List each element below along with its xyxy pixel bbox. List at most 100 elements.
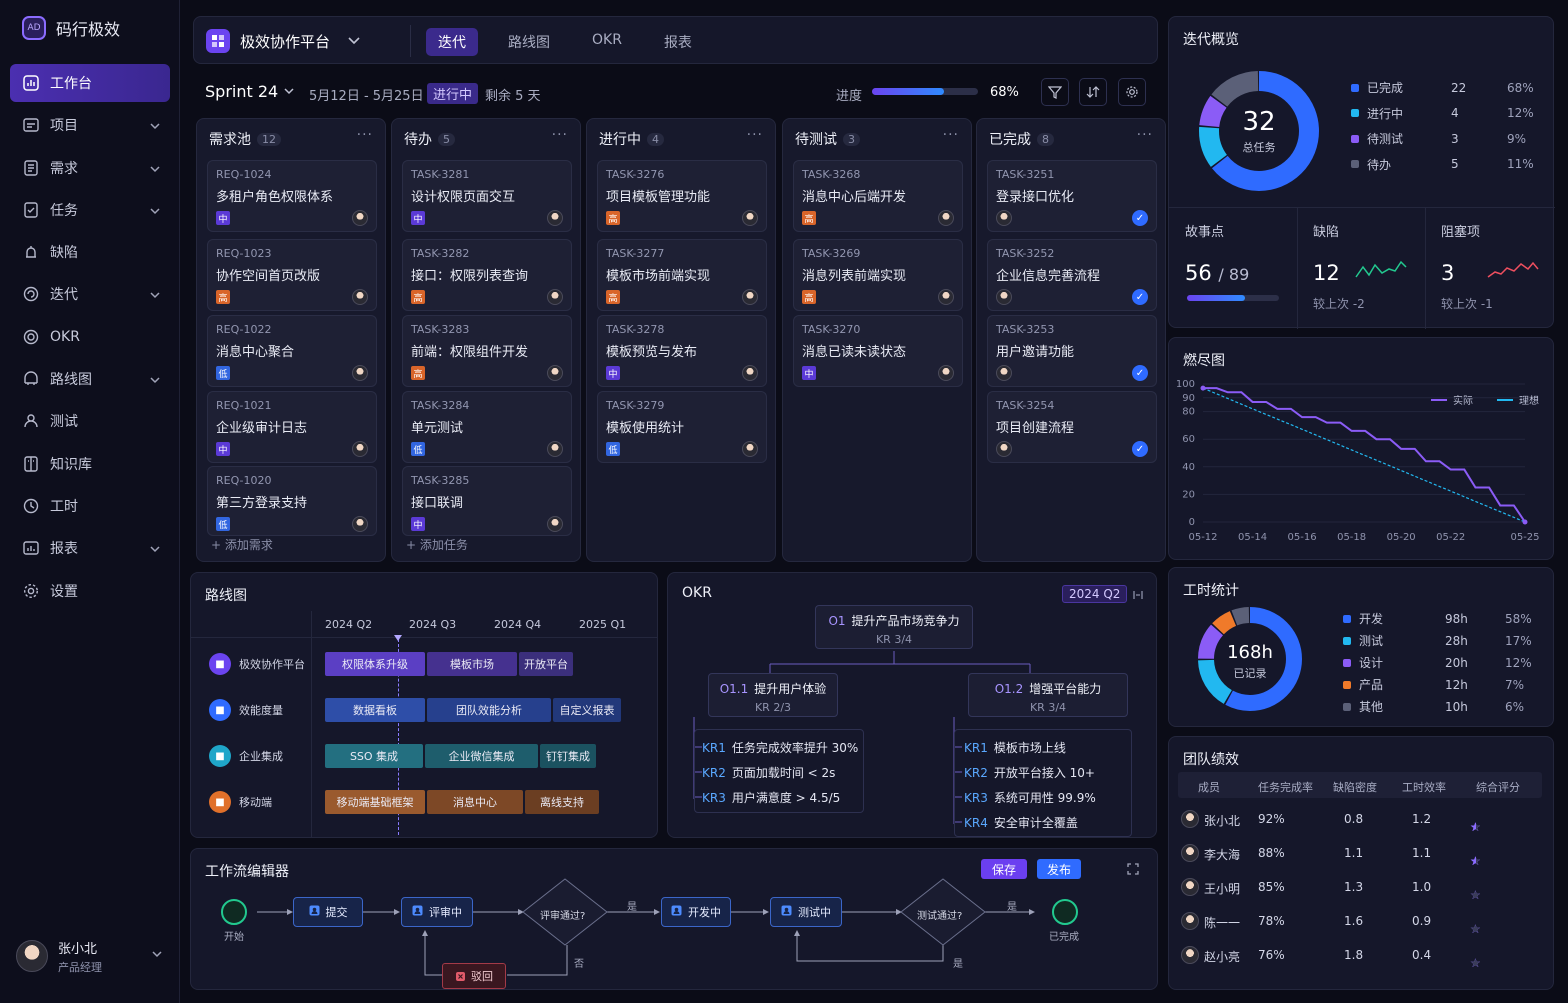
roadmap-bar[interactable]: 消息中心 [427,790,523,814]
task-card[interactable]: TASK-3277 模板市场前端实现高 [597,239,767,311]
task-card[interactable]: TASK-3269 消息列表前端实现高 [793,239,963,311]
add-card-button[interactable]: + 添加任务 [406,536,468,553]
tab-3[interactable]: 报表 [652,28,704,56]
sidebar-item-2[interactable]: 需求 [10,149,170,187]
chevron-down-icon[interactable] [150,204,160,220]
decision-test[interactable]: 测试通过? [917,907,962,922]
table-row[interactable]: 王小明 85% 1.3 1.0 ★ ★ ★ ★ ★ [1178,870,1542,904]
task-card[interactable]: TASK-3284 单元测试低 [402,391,572,463]
more-icon[interactable]: ··· [357,127,373,143]
key-result[interactable]: KR3 系统可用性 99.9% [964,789,1096,806]
chevron-down-icon[interactable] [150,542,160,558]
roadmap-bar[interactable]: 离线支持 [525,790,599,814]
roadmap-row-label[interactable]: ■ 效能度量 [209,699,283,721]
chevron-down-icon[interactable] [150,373,160,389]
task-card[interactable]: REQ-1023 协作空间首页改版高 [207,239,377,311]
task-card[interactable]: TASK-3253 用户邀请功能 ✓ [987,315,1157,387]
sidebar-item-7[interactable]: 路线图 [10,360,170,398]
more-icon[interactable]: ··· [1137,127,1153,143]
sidebar-item-11[interactable]: 报表 [10,529,170,567]
column-count: 8 [1037,132,1054,146]
table-row[interactable]: 陈一一 78% 1.6 0.9 ★ ★ ★ ★ ★ [1178,904,1542,938]
task-card[interactable]: REQ-1021 企业级审计日志中 [207,391,377,463]
task-card[interactable]: TASK-3276 项目模板管理功能高 [597,160,767,232]
roadmap-bar[interactable]: 移动端基础框架 [325,790,425,814]
roadmap-row-label[interactable]: ■ 企业集成 [209,745,283,767]
task-card[interactable]: TASK-3278 模板预览与发布中 [597,315,767,387]
task-card[interactable]: TASK-3283 前端：权限组件开发高 [402,315,572,387]
roadmap-bar[interactable]: 开放平台 [519,652,573,676]
chevron-down-icon[interactable] [152,951,162,959]
sidebar-item-1[interactable]: 项目 [10,106,170,144]
tab-1[interactable]: 路线图 [496,28,562,56]
project-selector[interactable]: 极效协作平台 [206,29,360,53]
kr-tag: KR2 [702,766,726,780]
more-icon[interactable]: ··· [552,127,568,143]
roadmap-row-label[interactable]: ■ 极效协作平台 [209,653,305,675]
chevron-down-icon[interactable] [150,119,160,135]
sidebar-item-9[interactable]: 知识库 [10,445,170,483]
sprint-selector[interactable]: Sprint 24 [205,82,294,101]
settings-button[interactable] [1118,78,1146,106]
sidebar-item-12[interactable]: 设置 [10,572,170,610]
app-logo[interactable]: AD 码行极效 [22,16,120,40]
more-icon[interactable]: ··· [943,127,959,143]
task-card[interactable]: TASK-3254 项目创建流程 ✓ [987,391,1157,463]
task-card[interactable]: REQ-1024 多租户角色权限体系中 [207,160,377,232]
key-result[interactable]: KR3 用户满意度 > 4.5/5 [702,789,840,806]
key-result[interactable]: KR2 页面加载时间 < 2s [702,764,835,781]
reject-node[interactable]: 驳回 [442,963,506,989]
roadmap-bar[interactable]: SSO 集成 [325,744,423,768]
roadmap-row-label[interactable]: ■ 移动端 [209,791,272,813]
key-result[interactable]: KR2 开放平台接入 10+ [964,764,1095,781]
task-card[interactable]: REQ-1022 消息中心聚合低 [207,315,377,387]
table-row[interactable]: 赵小亮 76% 1.8 0.4 ★ ★ ★ ★ ★ [1178,938,1542,972]
key-result[interactable]: KR1 模板市场上线 [964,739,1066,756]
tab-0[interactable]: 迭代 [426,28,478,56]
sidebar-item-6[interactable]: OKR [10,318,170,356]
chevron-down-icon[interactable] [150,162,160,178]
workflow-node[interactable]: 测试中 [770,897,842,927]
key-result[interactable]: KR4 安全审计全覆盖 [964,814,1078,831]
task-card[interactable]: TASK-3252 企业信息完善流程 ✓ [987,239,1157,311]
task-card[interactable]: TASK-3282 接口：权限列表查询高 [402,239,572,311]
okr-objective-right[interactable]: O1.2 增强平台能力 KR 3/4 [968,673,1128,717]
task-card[interactable]: TASK-3251 登录接口优化 ✓ [987,160,1157,232]
sidebar-item-3[interactable]: 任务 [10,191,170,229]
more-icon[interactable]: ··· [747,127,763,143]
task-card[interactable]: TASK-3285 接口联调中 [402,466,572,536]
task-card[interactable]: TASK-3270 消息已读未读状态中 [793,315,963,387]
task-card[interactable]: TASK-3268 消息中心后端开发高 [793,160,963,232]
filter-button[interactable] [1041,78,1069,106]
workflow-node[interactable]: 评审中 [401,897,473,927]
chevron-down-icon[interactable] [150,288,160,304]
sidebar-item-10[interactable]: 工时 [10,487,170,525]
workflow-node[interactable]: 开发中 [661,897,731,927]
sidebar-item-8[interactable]: 测试 [10,402,170,440]
add-card-button[interactable]: + 添加需求 [211,536,273,553]
roadmap-bar[interactable]: 模板市场 [427,652,517,676]
user-profile[interactable]: 张小北 产品经理 [16,936,166,976]
roadmap-bar[interactable]: 团队效能分析 [427,698,551,722]
key-result[interactable]: KR1 任务完成效率提升 30% [702,739,858,756]
table-row[interactable]: 张小北92%0.81.2★★★★★ [1178,802,1542,836]
column-header: 已完成 8 [989,129,1054,149]
sidebar-item-4[interactable]: 缺陷 [10,233,170,271]
roadmap-bar[interactable]: 自定义报表 [553,698,621,722]
okr-root-objective[interactable]: O1 提升产品市场竞争力 KR 3/4 [815,605,973,649]
task-card[interactable]: REQ-1020 第三方登录支持低 [207,466,377,536]
roadmap-bar[interactable]: 钉钉集成 [540,744,596,768]
task-card[interactable]: TASK-3279 模板使用统计低 [597,391,767,463]
roadmap-bar[interactable]: 权限体系升级 [325,652,425,676]
sidebar-item-0[interactable]: 工作台 [10,64,170,102]
roadmap-bar[interactable]: 数据看板 [325,698,425,722]
roadmap-bar[interactable]: 企业微信集成 [425,744,538,768]
workflow-node[interactable]: 提交 [293,897,363,927]
tab-2[interactable]: OKR [580,28,634,56]
decision-review[interactable]: 评审通过? [540,907,585,922]
okr-objective-left[interactable]: O1.1 提升用户体验 KR 2/3 [708,673,838,717]
table-row[interactable]: 李大海88%1.11.1★★★★★ [1178,836,1542,870]
sidebar-item-5[interactable]: 迭代 [10,275,170,313]
task-card[interactable]: TASK-3281 设计权限页面交互中 [402,160,572,232]
sort-button[interactable] [1079,78,1107,106]
